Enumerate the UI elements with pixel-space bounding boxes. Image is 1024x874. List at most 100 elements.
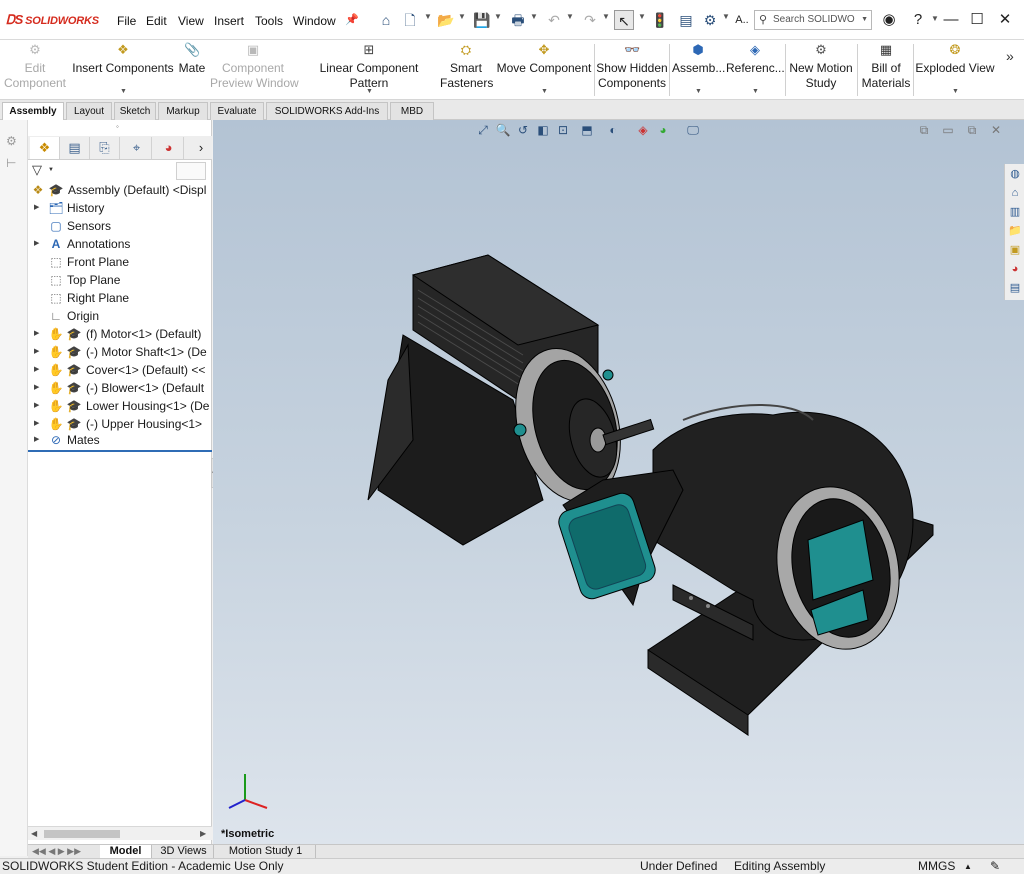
help-icon[interactable]: ?: [907, 9, 929, 31]
save-icon[interactable]: 💾: [472, 10, 492, 30]
tab-scroll-arrows-icon[interactable]: ◀◀ ◀ ▶ ▶▶: [32, 845, 81, 858]
solidworks-logo[interactable]: ᎠS SOLIDWORKS: [6, 12, 99, 28]
home-icon[interactable]: ⌂: [376, 10, 396, 30]
show-hidden-components-button[interactable]: 👓 Show Hidden Components: [596, 40, 668, 100]
chevron-down-icon[interactable]: ▼: [48, 167, 54, 173]
insert-components-button[interactable]: ❖ Insert Components ▼: [72, 40, 174, 100]
new-document-icon[interactable]: 🗋: [400, 10, 420, 30]
chevron-down-icon[interactable]: ▼: [458, 12, 466, 21]
tree-item-origin[interactable]: ∟ Origin: [28, 307, 212, 325]
linear-component-pattern-button[interactable]: ⊞ Linear Component Pattern ▼: [300, 40, 438, 100]
expand-arrow-icon[interactable]: ▶: [34, 361, 39, 379]
tree-item-cover[interactable]: ▶ ✋ 🎓 Cover<1> (Default) <<: [28, 361, 212, 379]
tree-item-blower[interactable]: ▶ ✋ 🎓 (-) Blower<1> (Default: [28, 379, 212, 397]
search-input[interactable]: ⚲ Search SOLIDWO ▼: [754, 10, 872, 30]
scroll-right-icon[interactable]: ▶: [200, 827, 206, 841]
scroll-left-icon[interactable]: ◀: [31, 827, 37, 841]
panel-collapse-grip-icon[interactable]: ◦: [116, 122, 119, 131]
tab-model[interactable]: Model: [100, 845, 152, 859]
tree-item-motor[interactable]: ▶ ✋ 🎓 (f) Motor<1> (Default): [28, 325, 212, 343]
tab-layout[interactable]: Layout: [66, 102, 112, 120]
mate-button[interactable]: 📎 Mate: [176, 40, 208, 100]
menu-view[interactable]: View: [178, 14, 204, 28]
open-file-icon[interactable]: 📂: [436, 10, 456, 30]
exploded-view-button[interactable]: ❂ Exploded View ▼: [914, 40, 996, 100]
sketch-tools-icon[interactable]: ⚙: [6, 134, 17, 148]
chevron-down-icon[interactable]: ▼: [752, 84, 759, 98]
graphics-area[interactable]: ⤢ 🔍 ↺ ◧ ⊡ ⬒ ◐ ◈ ◕ 🖵 ⧉ ▭ ⧉ ✕ ◍ ⌂ ▥ 📁 ▣ ◕ …: [213, 120, 1024, 844]
menu-file[interactable]: File: [117, 14, 136, 28]
pin-icon[interactable]: 📌: [342, 10, 362, 30]
display-manager-tab-icon[interactable]: ◕: [154, 137, 184, 159]
smart-fasteners-button[interactable]: ⛭ Smart Fasteners: [440, 40, 493, 100]
tab-solidworks-addins[interactable]: SOLIDWORKS Add-Ins: [266, 102, 388, 120]
chevron-down-icon[interactable]: ▼: [695, 84, 702, 98]
component-preview-window-button[interactable]: ▣ Component Preview Window: [210, 40, 299, 100]
options-gear-icon[interactable]: ⚙: [700, 10, 720, 30]
chevron-down-icon[interactable]: ▼: [931, 14, 939, 23]
expand-arrow-icon[interactable]: ▶: [34, 379, 39, 397]
blower-assembly-model[interactable]: [213, 120, 1024, 844]
user-account-icon[interactable]: ◉: [878, 9, 900, 31]
redo-icon[interactable]: ↷: [580, 10, 600, 30]
chevron-down-icon[interactable]: ▼: [602, 12, 610, 21]
customize-icon[interactable]: ✎: [990, 859, 1000, 874]
chevron-down-icon[interactable]: ▼: [861, 11, 868, 29]
tab-motion-study-1[interactable]: Motion Study 1: [216, 845, 316, 859]
chevron-down-icon[interactable]: ▼: [530, 12, 538, 21]
menu-insert[interactable]: Insert: [214, 14, 244, 28]
tab-3d-views[interactable]: 3D Views: [154, 845, 214, 859]
expand-arrow-icon[interactable]: ▶: [34, 343, 39, 361]
scrollbar-thumb[interactable]: [44, 830, 120, 838]
smart-dimension-icon[interactable]: ⊢: [6, 156, 16, 170]
minimize-icon[interactable]: —: [940, 9, 962, 31]
tree-item-history[interactable]: ▶ 🗂 History: [28, 199, 212, 217]
units-status[interactable]: MMGS: [918, 859, 955, 874]
tree-filter[interactable]: ▽ ▼: [30, 162, 208, 180]
edit-component-button[interactable]: ⚙ Edit Component: [2, 40, 68, 100]
chevron-down-icon[interactable]: ▼: [541, 84, 548, 98]
more-commands-icon[interactable]: »: [1006, 48, 1014, 64]
new-motion-study-button[interactable]: ⚙ New Motion Study: [786, 40, 856, 100]
tab-assembly[interactable]: Assembly: [2, 102, 64, 120]
chevron-down-icon[interactable]: ▼: [566, 12, 574, 21]
chevron-down-icon[interactable]: ▼: [722, 12, 730, 21]
chevron-right-icon[interactable]: ›: [186, 137, 216, 159]
quick-access-a-icon[interactable]: A..: [732, 10, 752, 30]
chevron-down-icon[interactable]: ▼: [952, 84, 959, 98]
configuration-manager-tab-icon[interactable]: ⎘: [90, 137, 120, 159]
expand-arrow-icon[interactable]: ▶: [34, 199, 39, 217]
expand-arrow-icon[interactable]: ▶: [34, 397, 39, 415]
tree-item-sensors[interactable]: ▢ Sensors: [28, 217, 212, 235]
tree-item-top-plane[interactable]: ⬚ Top Plane: [28, 271, 212, 289]
tree-item-right-plane[interactable]: ⬚ Right Plane: [28, 289, 212, 307]
tree-item-annotations[interactable]: ▶ A Annotations: [28, 235, 212, 253]
reference-geometry-button[interactable]: ◈ Referenc... ▼: [726, 40, 785, 100]
menu-edit[interactable]: Edit: [146, 14, 167, 28]
menu-tools[interactable]: Tools: [255, 14, 283, 28]
tab-mbd[interactable]: MBD: [390, 102, 434, 120]
tab-evaluate[interactable]: Evaluate: [210, 102, 264, 120]
close-icon[interactable]: ✕: [994, 9, 1016, 31]
expand-arrow-icon[interactable]: ▶: [34, 431, 39, 449]
assembly-features-button[interactable]: ⬢ Assemb... ▼: [672, 40, 725, 100]
expand-arrow-icon[interactable]: ▶: [34, 235, 39, 253]
tree-item-lower-housing[interactable]: ▶ ✋ 🎓 Lower Housing<1> (De: [28, 397, 212, 415]
filter-field[interactable]: [176, 162, 206, 180]
tab-markup[interactable]: Markup: [158, 102, 208, 120]
chevron-down-icon[interactable]: ▼: [638, 12, 646, 21]
horizontal-scrollbar[interactable]: ◀ ▶: [28, 826, 212, 840]
print-icon[interactable]: 🖶: [508, 10, 528, 30]
tree-item-mates[interactable]: ▶ ⊘ Mates: [28, 431, 212, 449]
menu-window[interactable]: Window: [293, 14, 336, 28]
tree-root-assembly[interactable]: ❖ 🎓 Assembly (Default) <Displ: [28, 181, 212, 199]
tree-item-motor-shaft[interactable]: ▶ ✋ 🎓 (-) Motor Shaft<1> (De: [28, 343, 212, 361]
select-cursor-icon[interactable]: ↖: [614, 10, 634, 30]
dimxpert-tab-icon[interactable]: ⌖: [122, 137, 152, 159]
bill-of-materials-button[interactable]: ▦ Bill of Materials: [860, 40, 912, 100]
rebuild-traffic-light-icon[interactable]: 🚦: [650, 10, 670, 30]
rollback-bar[interactable]: [28, 450, 212, 452]
chevron-down-icon[interactable]: ▼: [366, 84, 373, 98]
chevron-down-icon[interactable]: ▼: [494, 12, 502, 21]
property-manager-tab-icon[interactable]: ▤: [60, 137, 90, 159]
